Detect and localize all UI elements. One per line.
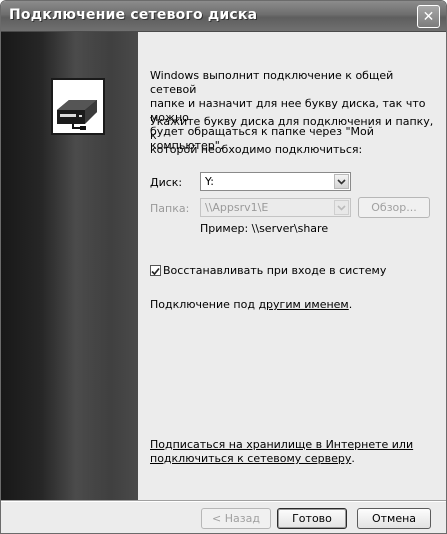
storage-signup-block: Подписаться на хранилище в Интернете или… bbox=[150, 438, 435, 466]
content-pane: Windows выполнит подключение к общей сет… bbox=[138, 32, 446, 500]
chevron-down-icon[interactable] bbox=[334, 174, 349, 189]
storage-signup-link[interactable]: Подписаться на хранилище в Интернете или bbox=[150, 438, 413, 451]
browse-label: Обзор... bbox=[371, 201, 417, 214]
back-button: < Назад bbox=[201, 508, 271, 529]
browse-button: Обзор... bbox=[358, 197, 430, 218]
button-bar: < Назад Готово Отмена bbox=[1, 500, 446, 533]
cancel-button[interactable]: Отмена bbox=[357, 508, 431, 529]
folder-label: Папка: bbox=[150, 202, 190, 215]
connect-as-prefix: Подключение под bbox=[150, 298, 259, 311]
drive-select[interactable]: Y: bbox=[200, 172, 351, 191]
instruction-line-2: которой необходимо подключиться: bbox=[150, 143, 363, 156]
drive-value: Y: bbox=[205, 175, 214, 188]
instruction-text: Укажите букву диска для подключения и па… bbox=[150, 115, 435, 157]
footer-divider bbox=[1, 501, 446, 502]
chevron-down-icon bbox=[334, 200, 349, 215]
back-label: < Назад bbox=[212, 512, 260, 525]
finish-label: Готово bbox=[292, 512, 332, 525]
window-title: Подключение сетевого диска bbox=[9, 7, 258, 23]
title-bar[interactable]: Подключение сетевого диска ✕ bbox=[1, 1, 446, 32]
example-text: Пример: \\server\share bbox=[200, 222, 329, 235]
close-icon: ✕ bbox=[422, 8, 435, 25]
folder-value: \\Appsrv1\E bbox=[205, 201, 269, 214]
reconnect-label[interactable]: Восстанавливать при входе в систему bbox=[163, 264, 386, 278]
folder-input: \\Appsrv1\E bbox=[200, 198, 351, 217]
checkmark-icon bbox=[151, 267, 160, 276]
drive-label: Диск: bbox=[150, 176, 183, 189]
network-server-link[interactable]: подключиться к сетевому серверу bbox=[150, 452, 351, 465]
storage-link-suffix: . bbox=[351, 452, 355, 465]
connect-as-text: Подключение под другим именем. bbox=[150, 298, 352, 312]
instruction-line-1: Укажите букву диска для подключения и па… bbox=[150, 115, 434, 142]
reconnect-checkbox[interactable] bbox=[150, 265, 161, 276]
network-drive-icon bbox=[51, 78, 105, 135]
map-network-drive-dialog: Подключение сетевого диска ✕ Windows вып… bbox=[0, 0, 447, 534]
sidebar-banner bbox=[1, 32, 138, 500]
different-user-link[interactable]: другим именем bbox=[258, 298, 348, 311]
cancel-label: Отмена bbox=[371, 512, 417, 525]
connect-as-suffix: . bbox=[348, 298, 353, 311]
intro-line-1: Windows выполнит подключение к общей сет… bbox=[150, 69, 394, 96]
finish-button[interactable]: Готово bbox=[277, 508, 347, 529]
close-button[interactable]: ✕ bbox=[417, 5, 440, 28]
